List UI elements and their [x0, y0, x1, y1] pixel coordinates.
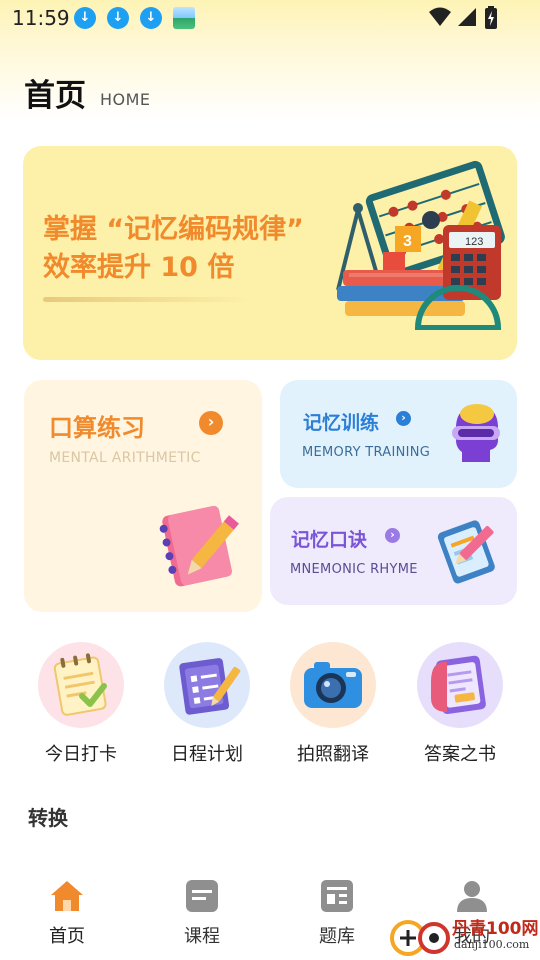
- signal-icon: [458, 8, 476, 26]
- home-icon: [51, 881, 83, 911]
- quick-action-answer-book[interactable]: 答案之书: [406, 642, 506, 772]
- download-icon: ↓: [107, 7, 129, 29]
- mnemonic-rhyme-title: 记忆口诀: [291, 529, 368, 551]
- mnemonic-rhyme-subtitle: MNEMONIC RHYME: [290, 562, 418, 577]
- memory-training-title: 记忆训练: [303, 412, 380, 434]
- promo-banner[interactable]: 掌握 “记忆编码规律” 效率提升 10 倍 3 123: [23, 146, 517, 360]
- nav-label-home: 首页: [49, 926, 85, 947]
- app-screen: 11:59 ↓ ↓ ↓ 首页 HOME 掌握 “记忆编码规律” 效率提升 10 …: [0, 0, 540, 960]
- nav-item-course[interactable]: 课程: [157, 876, 247, 947]
- section-title-convert: 转换: [28, 806, 68, 830]
- nav-label-course: 课程: [184, 926, 220, 947]
- quick-action-label: 答案之书: [424, 744, 496, 765]
- nav-item-question-bank[interactable]: 题库: [292, 876, 382, 947]
- banner-subheadline: 效率提升 10 倍: [43, 252, 235, 283]
- banner-divider: [43, 297, 248, 302]
- quick-action-schedule[interactable]: 日程计划: [153, 642, 253, 772]
- question-bank-icon: [321, 880, 353, 912]
- watermark: 丹青100网 danji100.com: [390, 912, 540, 960]
- camera-icon: [290, 642, 376, 728]
- watermark-logo-icon: [390, 920, 450, 956]
- checkin-notepad-icon: [38, 642, 124, 728]
- status-time: 11:59: [12, 6, 70, 30]
- nav-label-question-bank: 题库: [319, 926, 355, 947]
- mental-arithmetic-card[interactable]: 口算练习 › MENTAL ARITHMETIC: [24, 380, 262, 612]
- page-subtitle: HOME: [100, 90, 151, 109]
- download-icon: ↓: [140, 7, 162, 29]
- status-bar: 11:59 ↓ ↓ ↓: [0, 0, 540, 36]
- course-icon: [186, 880, 218, 912]
- battery-charging-icon: [485, 6, 497, 29]
- nav-item-home[interactable]: 首页: [22, 876, 112, 947]
- svg-text:123: 123: [465, 236, 483, 248]
- watermark-url: danji100.com: [454, 938, 530, 951]
- brain-head-icon: [452, 404, 500, 462]
- svg-text:3: 3: [403, 233, 412, 250]
- chevron-right-icon[interactable]: ›: [199, 411, 223, 435]
- chevron-right-icon[interactable]: ›: [396, 411, 411, 426]
- mental-arithmetic-title: 口算练习: [49, 414, 145, 442]
- profile-icon: [457, 881, 487, 912]
- wifi-icon: [429, 7, 451, 26]
- quick-action-label: 拍照翻译: [297, 744, 369, 765]
- quick-action-photo-translate[interactable]: 拍照翻译: [279, 642, 379, 772]
- banner-headline: 掌握 “记忆编码规律”: [43, 214, 304, 245]
- download-icon: ↓: [74, 7, 96, 29]
- clipboard-pen-icon: [437, 520, 495, 584]
- memory-training-card[interactable]: 记忆训练 › MEMORY TRAINING: [280, 380, 517, 488]
- notebook-pencil-icon: [159, 505, 239, 587]
- schedule-scroll-icon: [164, 642, 250, 728]
- watermark-brand: 丹青100网: [452, 919, 539, 939]
- app-thumbnail-icon: [173, 7, 195, 29]
- answer-book-icon: [417, 642, 503, 728]
- books-abacus-calculator-illustration: 3 123: [336, 160, 505, 330]
- quick-action-label: 今日打卡: [45, 744, 117, 765]
- quick-action-checkin[interactable]: 今日打卡: [27, 642, 127, 772]
- chevron-right-icon[interactable]: ›: [385, 528, 400, 543]
- mnemonic-rhyme-card[interactable]: 记忆口诀 › MNEMONIC RHYME: [270, 497, 517, 605]
- page-title: 首页: [24, 78, 86, 114]
- memory-training-subtitle: MEMORY TRAINING: [302, 445, 431, 460]
- quick-action-label: 日程计划: [171, 744, 243, 765]
- mental-arithmetic-subtitle: MENTAL ARITHMETIC: [49, 450, 201, 466]
